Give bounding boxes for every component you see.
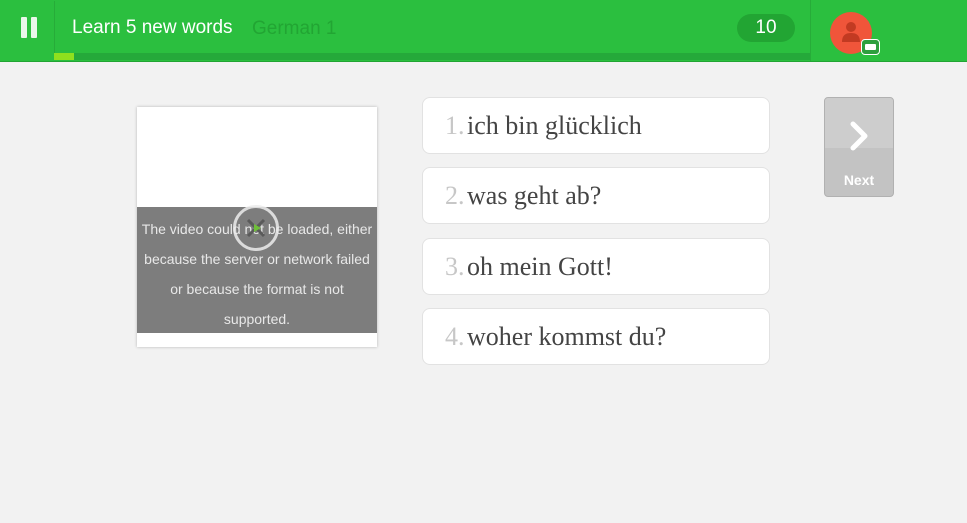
chevron-right-icon [850, 121, 868, 151]
id-card-icon [861, 39, 880, 55]
option-number: 2. [445, 181, 465, 210]
answer-option-2[interactable]: 2. was geht ab? [422, 167, 770, 224]
user-icon [842, 22, 860, 42]
pause-button[interactable] [4, 1, 55, 59]
option-number: 3. [445, 252, 465, 281]
next-button[interactable]: Next [824, 97, 894, 197]
video-error-overlay: The video could not be loaded, either be… [137, 205, 377, 333]
header-divider [810, 0, 811, 61]
option-text: was geht ab? [467, 181, 602, 210]
option-text: ich bin glücklich [467, 111, 642, 140]
session-header: Learn 5 new words German 1 10 [0, 0, 967, 62]
video-player[interactable]: The video could not be loaded, either be… [137, 107, 377, 347]
answer-option-4[interactable]: 4. woher kommst du? [422, 308, 770, 365]
answer-option-1[interactable]: 1. ich bin glücklich [422, 97, 770, 154]
pause-icon [19, 17, 39, 43]
option-text: oh mein Gott! [467, 252, 613, 281]
option-number: 4. [445, 322, 465, 351]
points-counter: 10 [737, 14, 795, 42]
next-button-label: Next [843, 172, 875, 188]
course-name: German 1 [252, 18, 337, 39]
option-text: woher kommst du? [467, 322, 667, 351]
answer-option-3[interactable]: 3. oh mein Gott! [422, 238, 770, 295]
session-title: Learn 5 new words [72, 17, 233, 38]
learning-session: Learn 5 new words German 1 10 The video … [0, 0, 967, 523]
option-number: 1. [445, 111, 465, 140]
session-progress-bar [54, 53, 810, 60]
session-progress-fill [54, 53, 74, 60]
close-icon [233, 205, 279, 251]
